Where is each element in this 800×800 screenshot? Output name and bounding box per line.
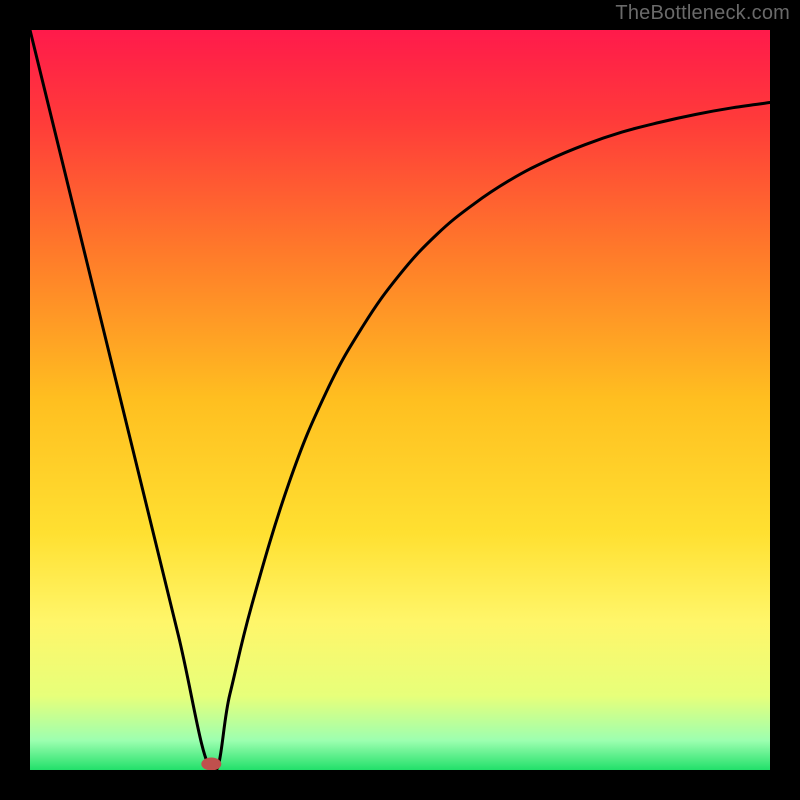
- chart-frame: { "watermark": "TheBottleneck.com", "cha…: [0, 0, 800, 800]
- bottleneck-chart: [30, 30, 770, 770]
- gradient-background: [30, 30, 770, 770]
- watermark-text: TheBottleneck.com: [615, 2, 790, 25]
- minimum-marker: [201, 758, 221, 771]
